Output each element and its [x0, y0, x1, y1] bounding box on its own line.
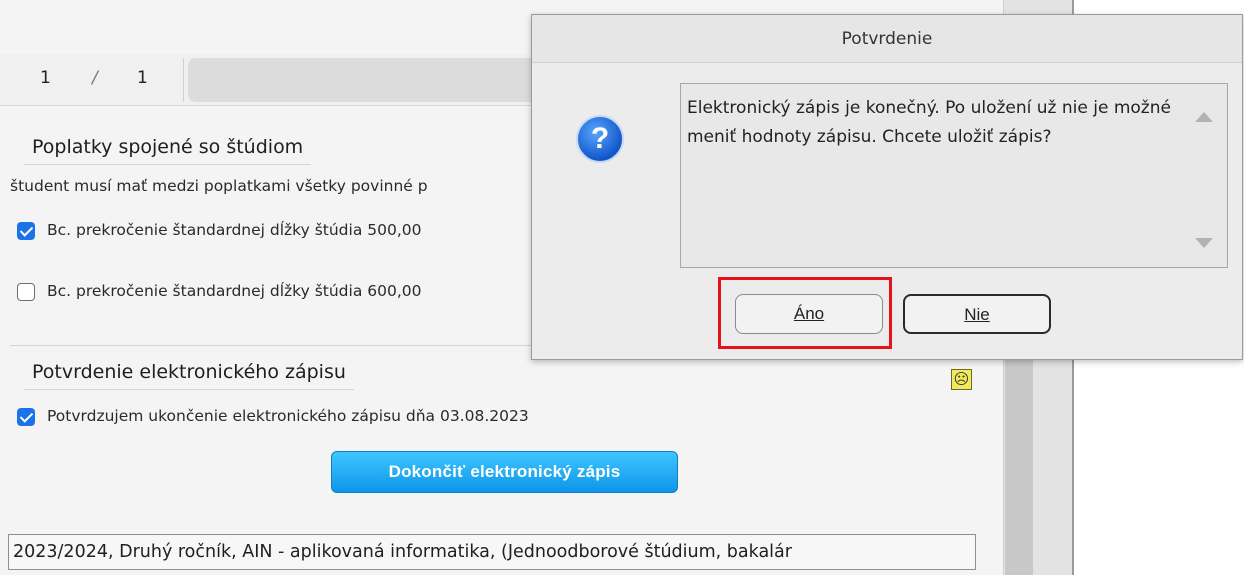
pager-separator: / [92, 68, 98, 88]
dialog-title: Potvrdenie [532, 15, 1242, 63]
scroll-up-icon[interactable] [1195, 112, 1213, 122]
message-box: Elektronický zápis je konečný. Po uložen… [680, 83, 1228, 268]
pager-total: 1 [137, 68, 148, 88]
confirm-label: Potvrdzujem ukončenie elektronického záp… [47, 407, 529, 425]
fee-checkbox-500[interactable] [17, 222, 35, 240]
sad-face-icon: ☹ [951, 369, 972, 390]
no-button-label: Nie [964, 305, 990, 324]
study-info-field: 2023/2024, Druhý ročník, AIN - aplikovan… [8, 534, 976, 570]
pager-divider [183, 58, 184, 102]
question-icon: ? [576, 115, 624, 163]
no-button[interactable]: Nie [903, 294, 1051, 334]
fee-label-500: Bc. prekročenie štandardnej dĺžky štúdia… [47, 221, 422, 239]
confirmation-title: Potvrdenie elektronického zápisu [24, 361, 354, 390]
pager-current: 1 [40, 68, 51, 88]
confirm-checkbox[interactable] [17, 408, 35, 426]
fees-title: Poplatky spojené so štúdiom [24, 136, 312, 165]
finish-enrollment-button[interactable]: Dokončiť elektronický zápis [331, 451, 678, 493]
scroll-down-icon[interactable] [1195, 238, 1213, 248]
fees-note: študent musí mať medzi poplatkami všetky… [10, 177, 428, 195]
fee-checkbox-600[interactable] [17, 283, 35, 301]
highlight-box [718, 277, 892, 349]
page-scrollbar-thumb[interactable] [1005, 355, 1033, 575]
dialog-message: Elektronický zápis je konečný. Po uložen… [687, 98, 1171, 147]
fee-label-600: Bc. prekročenie štandardnej dĺžky štúdia… [47, 282, 422, 300]
